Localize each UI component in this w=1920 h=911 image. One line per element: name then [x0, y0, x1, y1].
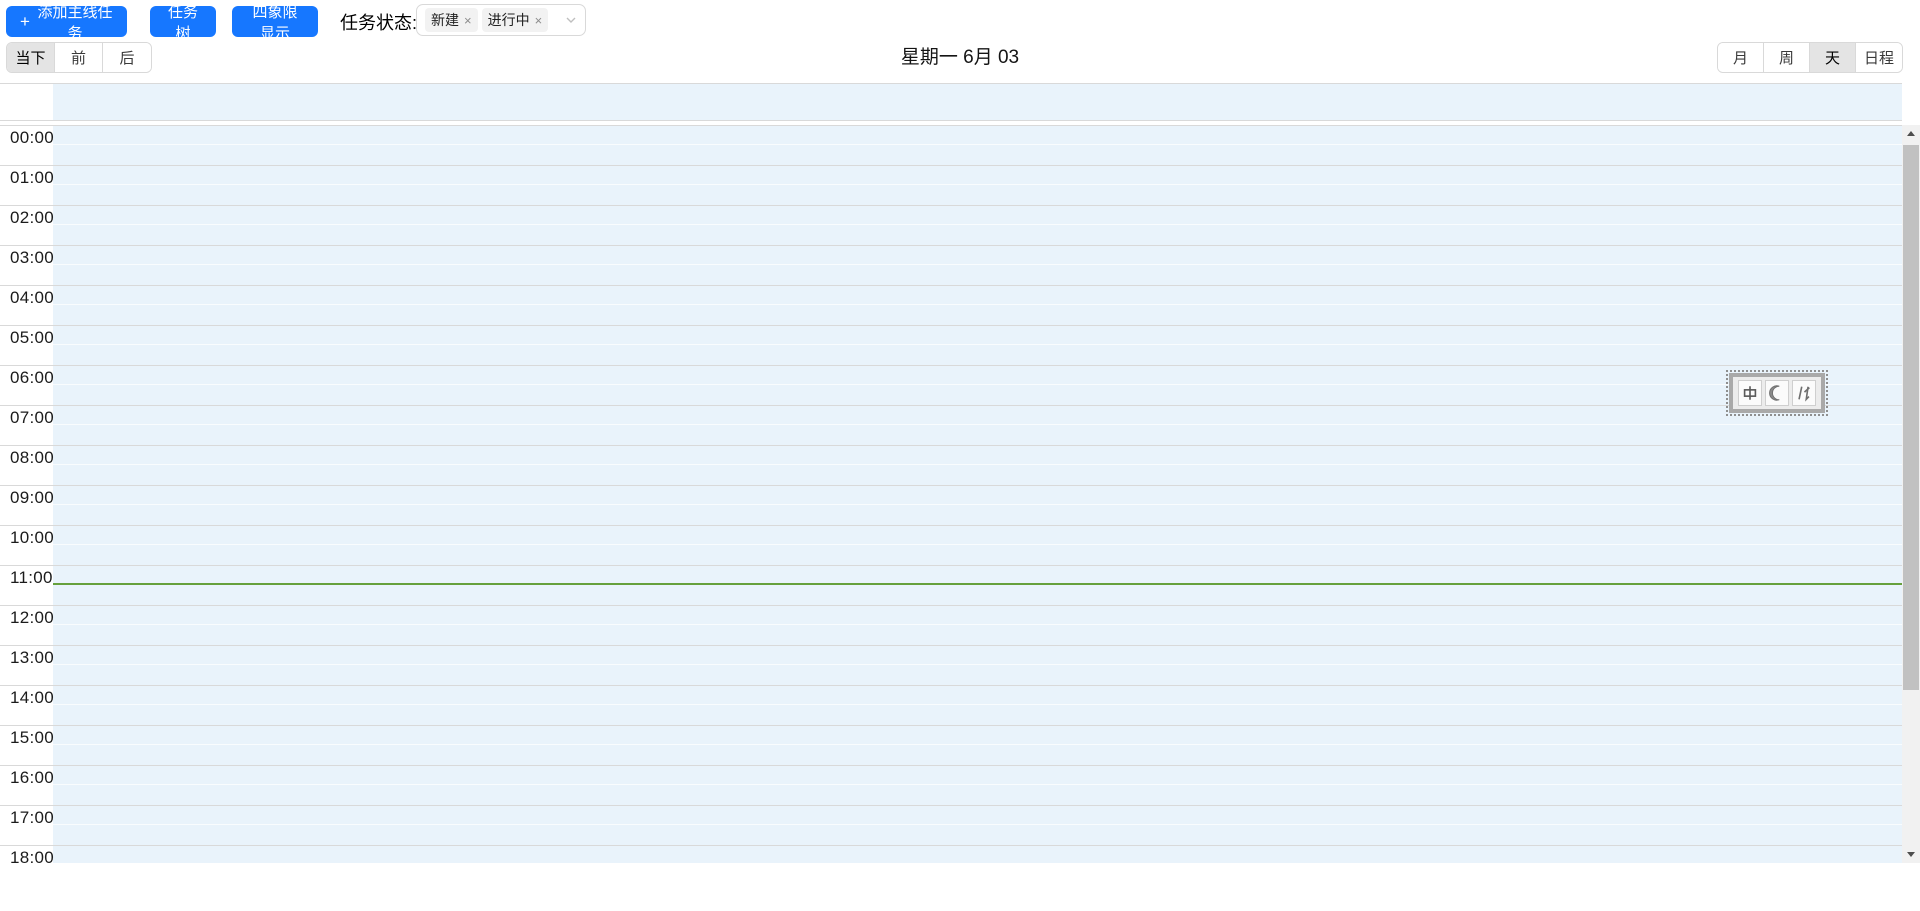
- hour-line: [0, 805, 1902, 806]
- scroll-down-button[interactable]: [1902, 846, 1920, 863]
- hour-line: [0, 125, 1902, 126]
- scroll-up-button[interactable]: [1902, 125, 1920, 142]
- hour-line: [0, 205, 1902, 206]
- punctuation-icon: [1798, 386, 1810, 402]
- hour-line: [0, 765, 1902, 766]
- status-tag-label: 进行中: [487, 12, 530, 28]
- date-title: 星期一 6月 03: [900, 47, 1020, 68]
- time-label: 03:00: [10, 248, 55, 267]
- close-icon[interactable]: ×: [464, 14, 472, 27]
- scrollbar-thumb[interactable]: [1903, 145, 1919, 690]
- hour-line: [0, 325, 1902, 326]
- hour-line: [0, 605, 1902, 606]
- add-main-task-button[interactable]: + 添加主线任务: [6, 4, 127, 42]
- current-time-indicator: [53, 583, 1902, 585]
- vertical-scrollbar[interactable]: [1902, 125, 1920, 863]
- view-week-button[interactable]: 周: [1764, 43, 1810, 72]
- hour-line: [0, 725, 1902, 726]
- time-label: 16:00: [10, 768, 55, 787]
- hour-line: [0, 365, 1902, 366]
- time-label: 07:00: [10, 408, 55, 427]
- add-main-task-label: 添加主线任务: [37, 3, 113, 42]
- task-tree-button[interactable]: 任务树: [150, 4, 216, 42]
- time-label: 13:00: [10, 648, 55, 667]
- status-tag-label: 新建: [431, 12, 459, 28]
- all-day-row: [0, 83, 1902, 121]
- hour-line: [0, 525, 1902, 526]
- ime-width-mode-button[interactable]: [1765, 380, 1789, 406]
- hour-line: [0, 445, 1902, 446]
- chinese-mode-icon: [1743, 386, 1757, 400]
- time-label: 04:00: [10, 288, 55, 307]
- time-label: 14:00: [10, 688, 55, 707]
- hour-line: [0, 645, 1902, 646]
- hour-line: [0, 405, 1902, 406]
- toolbar: + 添加主线任务 任务树 四象限显示 任务状态: 新建 × 进行中 ×: [0, 0, 1920, 42]
- task-status-label: 任务状态:: [340, 13, 418, 33]
- hour-line: [0, 285, 1902, 286]
- arrow-up-icon: [1907, 131, 1915, 136]
- task-calendar-app: + 添加主线任务 任务树 四象限显示 任务状态: 新建 × 进行中 × 当下 前 后 …: [0, 0, 1920, 911]
- arrow-down-icon: [1907, 852, 1915, 857]
- close-icon[interactable]: ×: [535, 14, 543, 27]
- time-label: 08:00: [10, 448, 55, 467]
- view-switch-group: 月周天日程: [1717, 42, 1903, 73]
- task-status-select[interactable]: 新建 × 进行中 ×: [416, 4, 586, 36]
- view-day-button[interactable]: 天: [1810, 43, 1856, 72]
- time-grid: 00:00 01:00 02:00 03:00 04:00 05:00 06:00 07:00…: [0, 125, 1902, 863]
- hour-line: [0, 165, 1902, 166]
- plus-icon: +: [20, 12, 30, 31]
- time-label: 01:00: [10, 168, 55, 187]
- status-tag[interactable]: 新建 ×: [425, 8, 478, 32]
- calendar-nav-row: 当下 前 后 星期一 6月 03 月周天日程: [0, 42, 1920, 73]
- quadrant-display-button[interactable]: 四象限显示: [232, 4, 318, 42]
- view-agenda-button[interactable]: 日程: [1856, 43, 1902, 72]
- ime-punctuation-mode-button[interactable]: [1792, 380, 1816, 406]
- chevron-down-icon: [565, 14, 577, 26]
- half-width-moon-icon: [1769, 385, 1780, 401]
- hour-line: [0, 685, 1902, 686]
- hour-line: [0, 485, 1902, 486]
- status-tag-list: 新建 × 进行中 ×: [421, 8, 549, 32]
- all-day-fill[interactable]: [53, 84, 1902, 120]
- hour-line: [0, 245, 1902, 246]
- time-label: 17:00: [10, 808, 55, 827]
- time-label: 15:00: [10, 728, 55, 747]
- time-label: 05:00: [10, 328, 55, 347]
- time-label: 02:00: [10, 208, 55, 227]
- time-label: 11:00: [10, 568, 53, 587]
- time-label: 10:00: [10, 528, 55, 547]
- time-label: 00:00: [10, 128, 55, 147]
- time-label: 18:00: [10, 848, 55, 863]
- time-label: 12:00: [10, 608, 55, 627]
- time-label: 09:00: [10, 488, 55, 507]
- time-label: 06:00: [10, 368, 55, 387]
- hour-line: [0, 565, 1902, 566]
- ime-chinese-mode-button[interactable]: [1738, 380, 1762, 406]
- status-tag[interactable]: 进行中 ×: [481, 8, 549, 32]
- time-grid-slots[interactable]: [53, 125, 1902, 863]
- ime-language-bar[interactable]: [1726, 370, 1828, 416]
- view-month-button[interactable]: 月: [1718, 43, 1764, 72]
- hour-line: [0, 845, 1902, 846]
